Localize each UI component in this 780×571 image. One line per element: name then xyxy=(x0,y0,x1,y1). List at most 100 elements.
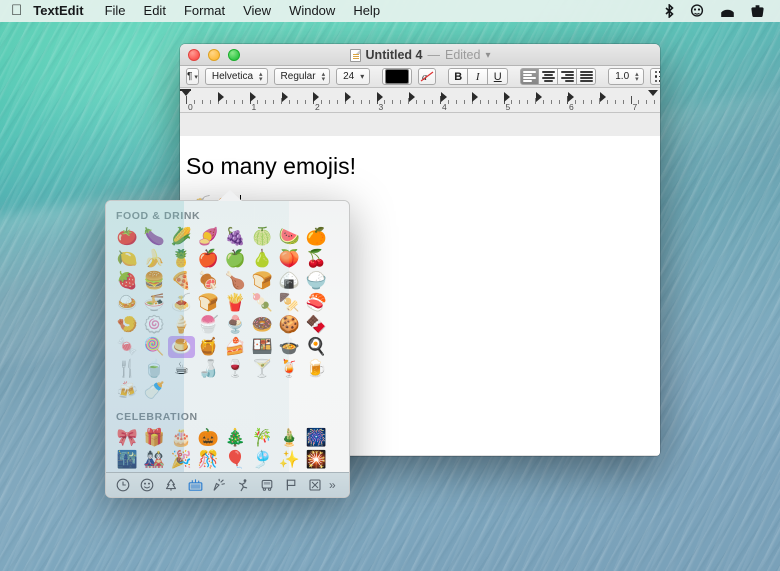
emoji-scroll-area[interactable]: FOOD & DRINK🍅🍆🌽🍠🍇🍈🍉🍊🍋🍌🍍🍎🍏🍐🍑🍒🍓🍔🍕🍖🍗🍞🍙🍚🍛🍜🍝🍞… xyxy=(106,201,349,472)
wifi-icon[interactable] xyxy=(712,5,743,18)
ruler-tab-stop[interactable] xyxy=(600,92,606,102)
emoji-cherries[interactable]: 🍒 xyxy=(303,248,330,270)
menu-item-format[interactable]: Format xyxy=(175,0,234,22)
emoji-wine-glass[interactable]: 🍷 xyxy=(222,358,249,380)
emoji-fish-cake[interactable]: 🍥 xyxy=(141,314,168,336)
emoji-sushi[interactable]: 🍣 xyxy=(303,292,330,314)
bold-button[interactable]: B xyxy=(448,68,468,85)
align-right-button[interactable] xyxy=(558,68,577,85)
emoji-wind-chime[interactable]: 🎐 xyxy=(249,449,276,471)
emoji-meat-on-bone[interactable]: 🍖 xyxy=(195,270,222,292)
emoji-grapes[interactable]: 🍇 xyxy=(222,226,249,248)
emoji-shaved-ice[interactable]: 🍧 xyxy=(195,314,222,336)
emoji-bento-box[interactable]: 🍱 xyxy=(249,336,276,358)
emoji-sparkler[interactable]: 🎇 xyxy=(303,449,330,471)
emoji-soft-ice-cream[interactable]: 🍦 xyxy=(168,314,195,336)
emoji-fried-shrimp[interactable]: 🍤 xyxy=(114,314,141,336)
emoji-strawberry[interactable]: 🍓 xyxy=(114,270,141,292)
title-chevron-down-icon[interactable]: ▾ xyxy=(485,50,490,61)
emoji-curry-rice[interactable]: 🍛 xyxy=(114,292,141,314)
menu-item-textedit[interactable]: TextEdit xyxy=(33,0,95,22)
emoji-jack-o-lantern[interactable]: 🎃 xyxy=(195,427,222,449)
ruler-tab-stop[interactable] xyxy=(250,92,256,102)
emoji-ear-of-corn[interactable]: 🌽 xyxy=(168,226,195,248)
ruler-tab-stop[interactable] xyxy=(504,92,510,102)
ruler-tab-stop[interactable] xyxy=(218,92,224,102)
battery-icon[interactable] xyxy=(743,4,772,18)
ruler-tab-stop[interactable] xyxy=(313,92,319,102)
apple-logo-icon[interactable]:  xyxy=(0,3,33,18)
underline-button[interactable]: U xyxy=(488,68,508,85)
emoji-rice-ball[interactable]: 🍙 xyxy=(276,270,303,292)
ruler[interactable]: 01234567 xyxy=(180,88,660,113)
ruler-tab-stop[interactable] xyxy=(536,92,542,102)
emoji-chocolate-bar[interactable]: 🍫 xyxy=(303,314,330,336)
align-center-button[interactable] xyxy=(539,68,558,85)
right-indent-marker[interactable] xyxy=(648,90,658,96)
emoji-sake[interactable]: 🍶 xyxy=(195,358,222,380)
align-justify-button[interactable] xyxy=(577,68,596,85)
emoji-wrapped-gift[interactable]: 🎁 xyxy=(141,427,168,449)
menu-item-view[interactable]: View xyxy=(234,0,280,22)
emoji-christmas-tree[interactable]: 🎄 xyxy=(222,427,249,449)
emoji-hot-beverage[interactable]: ☕ xyxy=(168,358,195,380)
emoji-roasted-sweet-potato[interactable]: 🍠 xyxy=(195,226,222,248)
emoji-shortcake[interactable]: 🍰 xyxy=(222,336,249,358)
recents-tab[interactable] xyxy=(111,476,135,495)
window-titlebar[interactable]: Untitled 4 — Edited ▾ xyxy=(180,44,660,66)
emoji-confetti-ball[interactable]: 🎊 xyxy=(195,449,222,471)
first-line-indent-marker[interactable] xyxy=(180,89,191,91)
emoji-pot-of-food[interactable]: 🍲 xyxy=(276,336,303,358)
emoji-beer-mug[interactable]: 🍺 xyxy=(303,358,330,380)
emoji-birthday-cake[interactable]: 🎂 xyxy=(168,427,195,449)
emoji-banana[interactable]: 🍌 xyxy=(141,248,168,270)
emoji-japanese-dolls[interactable]: 🎎 xyxy=(141,449,168,471)
emoji-lollipop[interactable]: 🍭 xyxy=(141,336,168,358)
emoji-tomato[interactable]: 🍅 xyxy=(114,226,141,248)
emoji-party-popper[interactable]: 🎉 xyxy=(168,449,195,471)
travel-tab[interactable] xyxy=(255,476,279,495)
align-left-button[interactable] xyxy=(520,68,539,85)
emoji-custard[interactable]: 🍮 xyxy=(168,336,195,358)
emoji-red-apple[interactable]: 🍎 xyxy=(195,248,222,270)
close-button[interactable] xyxy=(188,49,200,61)
emoji-tangerine[interactable]: 🍊 xyxy=(303,226,330,248)
emoji-tropical-drink[interactable]: 🍹 xyxy=(276,358,303,380)
emoji-pizza[interactable]: 🍕 xyxy=(168,270,195,292)
notification-icon[interactable] xyxy=(682,4,712,18)
emoji-teacup-without-handle[interactable]: 🍵 xyxy=(141,358,168,380)
emoji-cooked-rice[interactable]: 🍚 xyxy=(303,270,330,292)
emoji-spaghetti[interactable]: 🍝 xyxy=(168,292,195,314)
italic-button[interactable]: I xyxy=(468,68,488,85)
bluetooth-icon[interactable] xyxy=(657,4,682,18)
ruler-tab-stop[interactable] xyxy=(568,92,574,102)
activity-tab[interactable] xyxy=(231,476,255,495)
emoji-french-fries[interactable]: 🍟 xyxy=(222,292,249,314)
menu-item-file[interactable]: File xyxy=(96,0,135,22)
ruler-tab-stop[interactable] xyxy=(282,92,288,102)
emoji-bread[interactable]: 🍞 xyxy=(249,270,276,292)
font-size-select[interactable]: 24 ▾ xyxy=(336,68,370,85)
ruler-tab-stop[interactable] xyxy=(441,92,447,102)
emoji-melon[interactable]: 🍈 xyxy=(249,226,276,248)
emoji-pineapple[interactable]: 🍍 xyxy=(168,248,195,270)
paragraph-style-button[interactable]: ¶ ▾ xyxy=(186,68,199,85)
emoji-bread[interactable]: 🍞 xyxy=(195,292,222,314)
emoji-candy[interactable]: 🍬 xyxy=(114,336,141,358)
zoom-button[interactable] xyxy=(228,49,240,61)
emoji-night-with-stars[interactable]: 🌃 xyxy=(114,449,141,471)
menu-item-help[interactable]: Help xyxy=(344,0,389,22)
emoji-oden[interactable]: 🍢 xyxy=(276,292,303,314)
people-tab[interactable] xyxy=(135,476,159,495)
emoji-clinking-beer-mugs[interactable]: 🍻 xyxy=(114,380,141,402)
emoji-poultry-leg[interactable]: 🍗 xyxy=(222,270,249,292)
font-style-select[interactable]: Regular ▴▾ xyxy=(274,68,331,85)
clear-style-button[interactable]: a xyxy=(418,68,436,85)
emoji-cocktail-glass[interactable]: 🍸 xyxy=(249,358,276,380)
emoji-fireworks[interactable]: 🎆 xyxy=(303,427,330,449)
emoji-doughnut[interactable]: 🍩 xyxy=(249,314,276,336)
symbols-tab[interactable] xyxy=(303,476,327,495)
nature-tab[interactable] xyxy=(159,476,183,495)
emoji-hamburger[interactable]: 🍔 xyxy=(141,270,168,292)
emoji-ice-cream[interactable]: 🍨 xyxy=(222,314,249,336)
